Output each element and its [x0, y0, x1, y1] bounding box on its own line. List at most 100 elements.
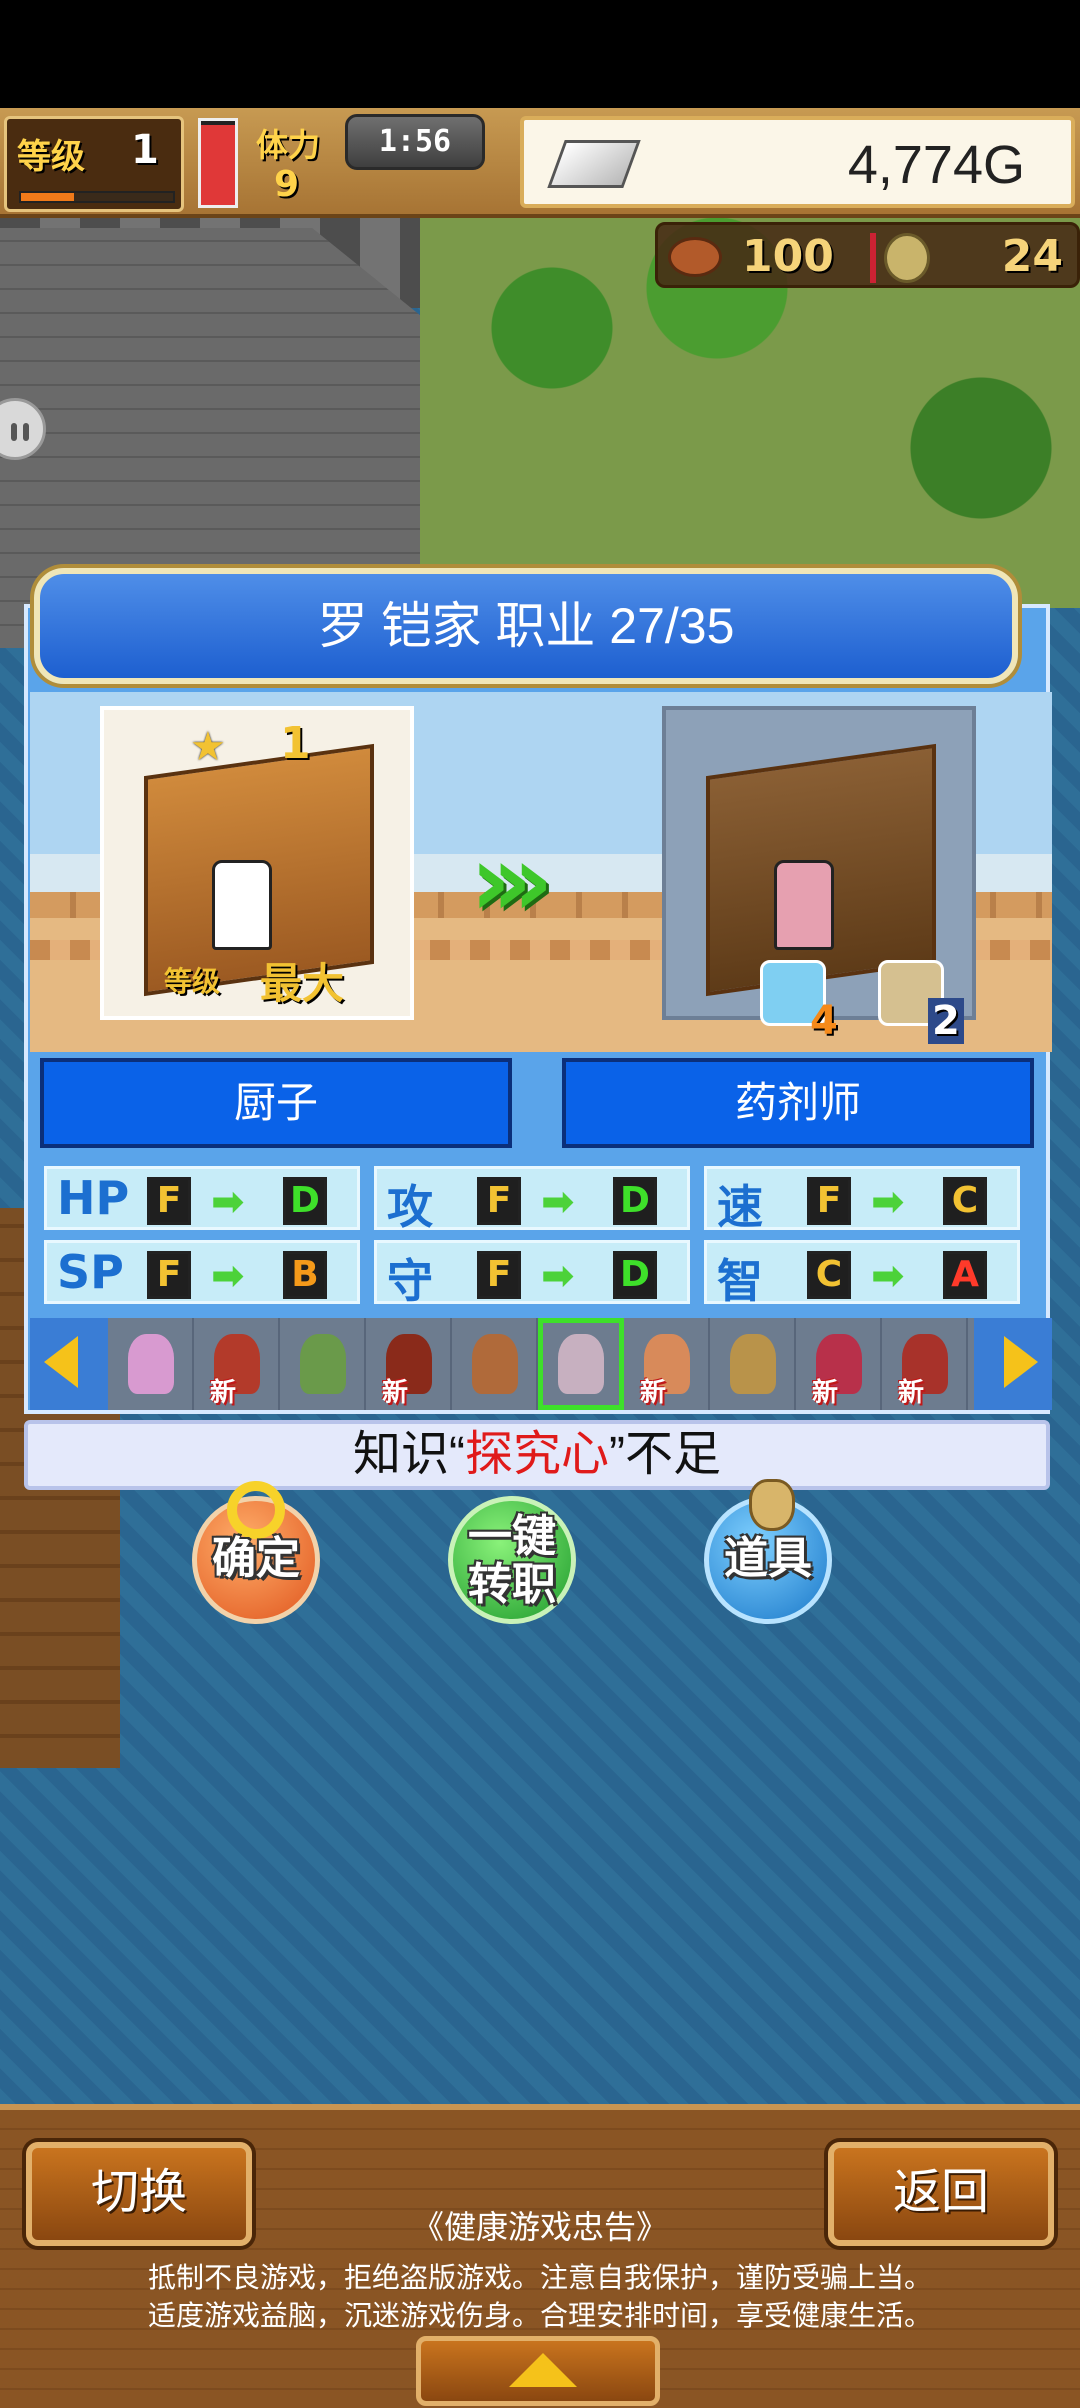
dialog-title-plate: 罗 铠家 职业 27/35 [34, 568, 1018, 684]
stamina-box: 体力 9 [252, 120, 348, 210]
rank-value: 1 [280, 718, 311, 769]
new-badge: 新 [812, 1378, 839, 1408]
health-notice-line: 适度游戏益脑，沉迷游戏伤身。合理安排时间，享受健康生活。 [147, 2299, 932, 2332]
character-strip: 新新新新新 [30, 1318, 1052, 1410]
stat-row: 速 F ➡ C [704, 1166, 1020, 1234]
portrait-list: 新新新新新 [108, 1318, 974, 1410]
message-prefix: 知识“ [352, 1428, 465, 1481]
stamina-value: 9 [274, 164, 300, 205]
grade-from: F [477, 1177, 521, 1225]
character-portrait[interactable] [280, 1318, 366, 1410]
arrow-right-icon: ➡ [211, 1253, 245, 1299]
stat-row: 智 C ➡ A [704, 1240, 1020, 1308]
target-job-button[interactable]: 药剂师 [562, 1058, 1034, 1148]
grade-to: A [943, 1251, 987, 1299]
character-face-icon [128, 1334, 174, 1394]
scroll-right-icon[interactable] [1004, 1336, 1038, 1388]
character-portrait[interactable] [108, 1318, 194, 1410]
character-face-icon [300, 1334, 346, 1394]
level-progress-bar [19, 191, 175, 203]
stat-label: 攻 [387, 1180, 433, 1234]
stat-row: 攻 F ➡ D [374, 1166, 690, 1234]
arrow-right-icon: ➡ [871, 1179, 905, 1225]
arrow-right-icon: ➡ [541, 1179, 575, 1225]
health-notice-line: 抵制不良游戏，拒绝盗版游戏。注意自我保护，谨防受骗上当。 [147, 2261, 932, 2294]
stamina-fill [201, 125, 235, 205]
stat-label: 速 [717, 1180, 763, 1234]
stat-label: SP [57, 1245, 124, 1299]
arrow-right-icon: ➡ [871, 1253, 905, 1299]
character-portrait[interactable]: 新 [194, 1318, 280, 1410]
level-label: 等级 [17, 137, 85, 177]
wood-value: 24 [1001, 231, 1063, 282]
star-icon: ★ [190, 724, 226, 770]
new-badge: 新 [898, 1378, 925, 1408]
stamina-bar [198, 118, 238, 208]
timer: 1:56 [345, 114, 485, 170]
character-face-icon [472, 1334, 518, 1394]
chef-character [212, 860, 272, 950]
character-portrait[interactable]: 新 [796, 1318, 882, 1410]
current-job-button[interactable]: 厨子 [40, 1058, 512, 1148]
requirement-value: 2 [928, 998, 964, 1044]
food-value: 100 [742, 231, 834, 282]
food-icon [668, 237, 722, 277]
resource-divider [870, 233, 876, 283]
grade-from: C [807, 1251, 851, 1299]
item-button[interactable]: 道具 [704, 1479, 832, 1624]
character-face-icon [558, 1334, 604, 1394]
message-suffix: ”不足 [609, 1428, 721, 1481]
grade-to: D [613, 1251, 657, 1299]
change-label: 一键 转职 [453, 1513, 571, 1609]
stat-label: 智 [717, 1254, 763, 1308]
grade-from: F [147, 1251, 191, 1299]
stat-row: HP F ➡ D [44, 1166, 360, 1230]
stat-label: HP [57, 1171, 130, 1225]
arrow-right-icon: ➡ [211, 1179, 245, 1225]
triangle-up-icon [509, 2353, 577, 2387]
character-face-icon [730, 1334, 776, 1394]
wood-icon [884, 233, 930, 283]
gold-box: 4,774G [520, 116, 1075, 208]
change-label-line2: 转职 [468, 1559, 556, 1610]
ring-icon [227, 1481, 285, 1539]
one-click-change-button[interactable]: 一键 转职 [448, 1496, 576, 1624]
character-portrait[interactable] [538, 1318, 624, 1410]
character-portrait[interactable]: 新 [366, 1318, 452, 1410]
level-box: 等级 1 [4, 116, 184, 212]
character-portrait[interactable]: 新 [624, 1318, 710, 1410]
confirm-button[interactable]: 确定 [192, 1481, 320, 1624]
job-preview-scene: ★ 1 等级 最大 ››› 4 2 [30, 692, 1052, 1052]
silver-bar-icon [547, 140, 641, 188]
requirement-value: 4 [810, 998, 838, 1044]
new-badge: 新 [382, 1378, 409, 1408]
stat-row: SP F ➡ B [44, 1240, 360, 1304]
current-job-card: ★ 1 等级 最大 [100, 706, 414, 1020]
change-label-line1: 一键 [468, 1511, 556, 1562]
stat-label: 守 [387, 1254, 433, 1308]
expand-up-button[interactable] [416, 2336, 660, 2406]
current-level-label: 等级 [164, 965, 221, 998]
message-highlight: 探究心 [464, 1428, 609, 1481]
level-value: 1 [131, 127, 159, 173]
grade-to: B [283, 1251, 327, 1299]
new-badge: 新 [640, 1378, 667, 1408]
stat-row: 守 F ➡ D [374, 1240, 690, 1308]
character-portrait[interactable] [710, 1318, 796, 1410]
dialog-title: 罗 铠家 职业 27/35 [317, 598, 735, 654]
grade-to: D [283, 1177, 327, 1225]
scroll-left-icon[interactable] [44, 1336, 78, 1388]
requirement-message: 知识“探究心”不足 [24, 1420, 1050, 1490]
pharmacist-character [774, 860, 834, 950]
bag-icon [749, 1479, 795, 1531]
grade-from: F [807, 1177, 851, 1225]
bottom-bar: 切换 返回 《健康游戏忠告》 抵制不良游戏，拒绝盗版游戏。注意自我保护，谨防受骗… [0, 2104, 1080, 2408]
grade-to: C [943, 1177, 987, 1225]
character-portrait[interactable]: 新 [882, 1318, 968, 1410]
stamina-label: 体力 [256, 126, 321, 164]
gold-value: 4,774G [847, 135, 1025, 195]
level-progress-fill [21, 193, 75, 201]
current-level-max: 最大 [260, 959, 345, 1008]
character-portrait[interactable] [452, 1318, 538, 1410]
grade-from: F [477, 1251, 521, 1299]
